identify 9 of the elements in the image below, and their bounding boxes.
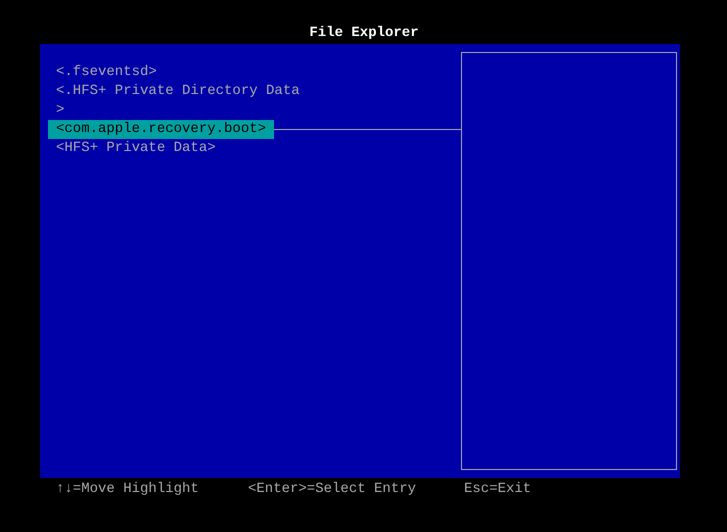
key-hint: ↑↓=Move Highlight	[56, 481, 200, 497]
key-hint: <Enter>=Select Entry	[248, 481, 418, 497]
key-hint: Esc=Exit	[464, 481, 532, 497]
file-entry[interactable]: <.HFS+ Private Directory Data	[48, 82, 308, 101]
window-title: File Explorer	[308, 24, 420, 43]
file-entry[interactable]: <.fseventsd>	[48, 63, 165, 82]
file-entry[interactable]: <HFS+ Private Data>	[48, 139, 224, 158]
file-entry[interactable]: <com.apple.recovery.boot>	[48, 120, 274, 139]
file-entry[interactable]: >	[48, 101, 72, 120]
